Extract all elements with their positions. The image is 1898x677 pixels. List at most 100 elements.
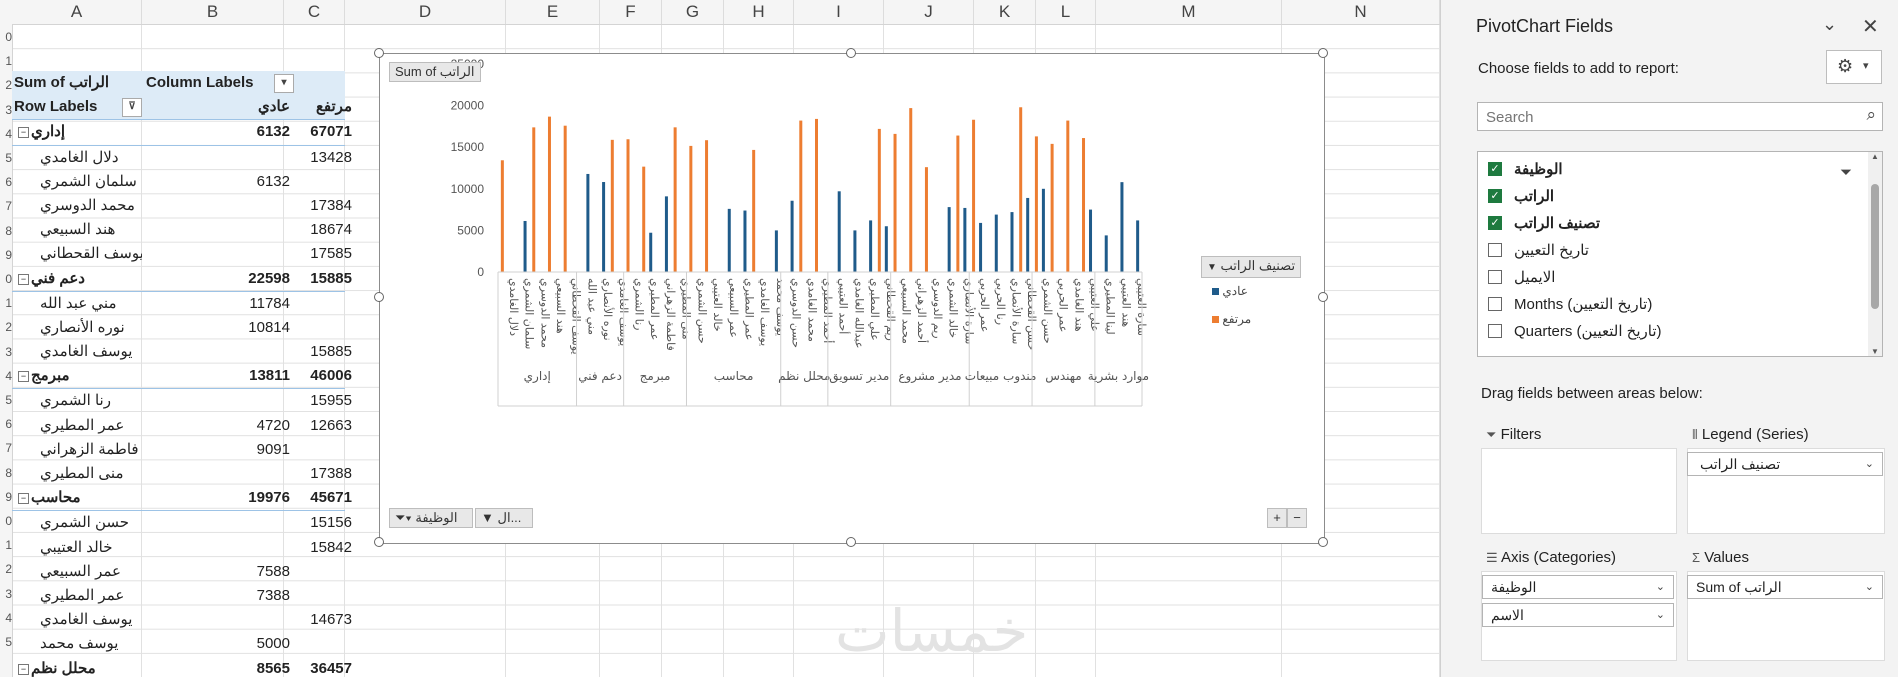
bar-normal[interactable]: [963, 207, 967, 272]
bar-normal[interactable]: [884, 226, 888, 272]
pivot-item-row[interactable]: يوسف محمد 5000: [12, 632, 345, 656]
column-header-I[interactable]: I: [794, 0, 884, 24]
pivot-item-row[interactable]: عمر المطيري 7388: [12, 584, 345, 608]
row-number[interactable]: 0: [0, 30, 12, 44]
bar-high[interactable]: [563, 125, 567, 272]
settings-button[interactable]: ⚙ ▾: [1826, 50, 1882, 84]
pivot-value-normal[interactable]: 10814: [142, 316, 294, 340]
bar-high[interactable]: [547, 116, 551, 272]
pivot-value-normal[interactable]: 4720: [142, 414, 294, 438]
pivot-value-normal[interactable]: 6132: [142, 120, 294, 144]
pivot-chart[interactable]: 0500010000150002000025000دلال الغامديسلم…: [379, 53, 1325, 544]
spreadsheet-area[interactable]: ABCDEFGHIJKLMN 0 1 2 3 4 5 6 7 8 9 0 1 2 3 4 5 6 7 8 9 0 1 2 3 4…: [0, 0, 1440, 677]
row-number[interactable]: 1: [0, 54, 12, 68]
pivot-group-row[interactable]: − محلل نظم 8565 36457: [12, 657, 352, 677]
values-item[interactable]: Sum of الراتب ⌄: [1687, 575, 1883, 599]
row-number[interactable]: 7: [0, 199, 12, 213]
checkbox-checked-icon[interactable]: ✓: [1488, 216, 1502, 230]
bar-high[interactable]: [799, 120, 803, 273]
collapse-icon[interactable]: −: [18, 127, 29, 139]
column-header-M[interactable]: M: [1096, 0, 1282, 24]
row-number[interactable]: 5: [0, 151, 12, 165]
bar-high[interactable]: [689, 145, 693, 272]
bar-normal[interactable]: [994, 214, 998, 272]
bar-high[interactable]: [610, 139, 614, 272]
checkbox-icon[interactable]: [1488, 324, 1502, 338]
pivot-group-row[interactable]: − دعم فني 22598 15885: [12, 267, 352, 292]
bar-normal[interactable]: [1026, 197, 1030, 272]
pivot-value-normal[interactable]: 8565: [142, 657, 294, 677]
axis-item-job[interactable]: الوظيفة ⌄: [1482, 575, 1674, 599]
pivot-item-row[interactable]: خالد العتيبي 15842: [12, 536, 352, 560]
field-search-input[interactable]: [1484, 106, 1848, 128]
bar-normal[interactable]: [743, 210, 747, 272]
bar-normal[interactable]: [869, 220, 873, 272]
pivot-value-high[interactable]: 13428: [294, 146, 356, 170]
chart-value-field-button[interactable]: Sum of الراتب: [389, 62, 481, 82]
pivot-group-row[interactable]: − مبرمج 13811 46006: [12, 364, 352, 390]
bar-normal[interactable]: [979, 222, 983, 272]
bar-normal[interactable]: [1136, 220, 1140, 272]
column-header-F[interactable]: F: [600, 0, 662, 24]
chart-resize-handle-e[interactable]: [1318, 292, 1328, 302]
checkbox-icon[interactable]: [1488, 297, 1502, 311]
pivot-value-normal[interactable]: 7588: [142, 560, 294, 584]
pivot-item-row[interactable]: يوسف الغامدي 15885: [12, 340, 352, 364]
row-number[interactable]: 2: [0, 562, 12, 576]
field-item[interactable]: ✓ الوظيفة: [1488, 159, 1818, 183]
chart-resize-handle-sw[interactable]: [374, 537, 384, 547]
column-header-B[interactable]: B: [142, 0, 284, 24]
checkbox-checked-icon[interactable]: ✓: [1488, 162, 1502, 176]
pivot-value-high[interactable]: 46006: [294, 364, 356, 388]
bar-high[interactable]: [956, 135, 960, 272]
pivot-value-normal[interactable]: 11784: [142, 292, 294, 316]
pivot-value-high[interactable]: 17388: [294, 462, 356, 486]
pivot-group-row[interactable]: − إداري 6132 67071: [12, 120, 352, 146]
legend-series-item[interactable]: تصنيف الراتب ⌄: [1687, 452, 1883, 476]
bar-normal[interactable]: [947, 207, 951, 272]
checkbox-icon[interactable]: [1488, 243, 1502, 257]
bar-high[interactable]: [705, 140, 709, 272]
chart-resize-handle-s[interactable]: [846, 537, 856, 547]
collapse-icon[interactable]: −: [18, 493, 29, 505]
pivot-value-normal[interactable]: 19976: [142, 486, 294, 510]
field-search-box[interactable]: ⌕: [1477, 102, 1883, 131]
chart-resize-handle-se[interactable]: [1318, 537, 1328, 547]
pivot-item-row[interactable]: منى المطيري 17388: [12, 462, 352, 486]
bar-normal[interactable]: [1010, 212, 1014, 272]
column-header-H[interactable]: H: [724, 0, 794, 24]
column-header-G[interactable]: G: [662, 0, 724, 24]
axis-field-button-job[interactable]: ⏷▾ الوظيفة: [389, 508, 473, 528]
bar-high[interactable]: [1082, 138, 1086, 272]
field-list[interactable]: ✓ الوظيفة ✓ الراتب ✓ تصنيف الراتب تاريخ التعيي…: [1477, 151, 1883, 357]
row-labels-filter-button[interactable]: ⊽: [122, 98, 142, 118]
pivot-value-high[interactable]: 12663: [294, 414, 356, 438]
bar-high[interactable]: [924, 167, 928, 272]
bar-high[interactable]: [815, 118, 818, 272]
bar-normal[interactable]: [853, 230, 857, 272]
filters-drop-area[interactable]: [1481, 448, 1677, 534]
row-number[interactable]: 3: [0, 587, 12, 601]
row-number[interactable]: 8: [0, 466, 12, 480]
bar-normal[interactable]: [1104, 235, 1108, 272]
bar-normal[interactable]: [1120, 182, 1124, 272]
bar-high[interactable]: [752, 149, 756, 272]
pivot-value-normal[interactable]: 9091: [142, 438, 294, 462]
row-number[interactable]: 9: [0, 248, 12, 262]
row-number[interactable]: 3: [0, 103, 12, 117]
column-header-N[interactable]: N: [1282, 0, 1440, 24]
pivot-item-row[interactable]: عمر السبيعي 7588: [12, 560, 345, 584]
pivot-item-row[interactable]: يوسف القحطاني 17585: [12, 242, 352, 266]
field-list-scroll-down[interactable]: ▼: [1868, 347, 1882, 356]
field-item[interactable]: الايميل: [1488, 267, 1818, 291]
collapse-icon[interactable]: −: [18, 663, 29, 675]
chart-resize-handle-w[interactable]: [374, 292, 384, 302]
bar-high[interactable]: [877, 128, 881, 272]
pivot-value-normal[interactable]: 13811: [142, 364, 294, 388]
bar-high[interactable]: [1034, 136, 1038, 272]
field-list-scroll-up[interactable]: ▲: [1868, 152, 1882, 161]
bar-normal[interactable]: [1041, 188, 1045, 272]
bar-normal[interactable]: [1089, 209, 1093, 272]
row-number[interactable]: 8: [0, 224, 12, 238]
pivot-item-row[interactable]: يوسف الغامدي 14673: [12, 608, 352, 632]
